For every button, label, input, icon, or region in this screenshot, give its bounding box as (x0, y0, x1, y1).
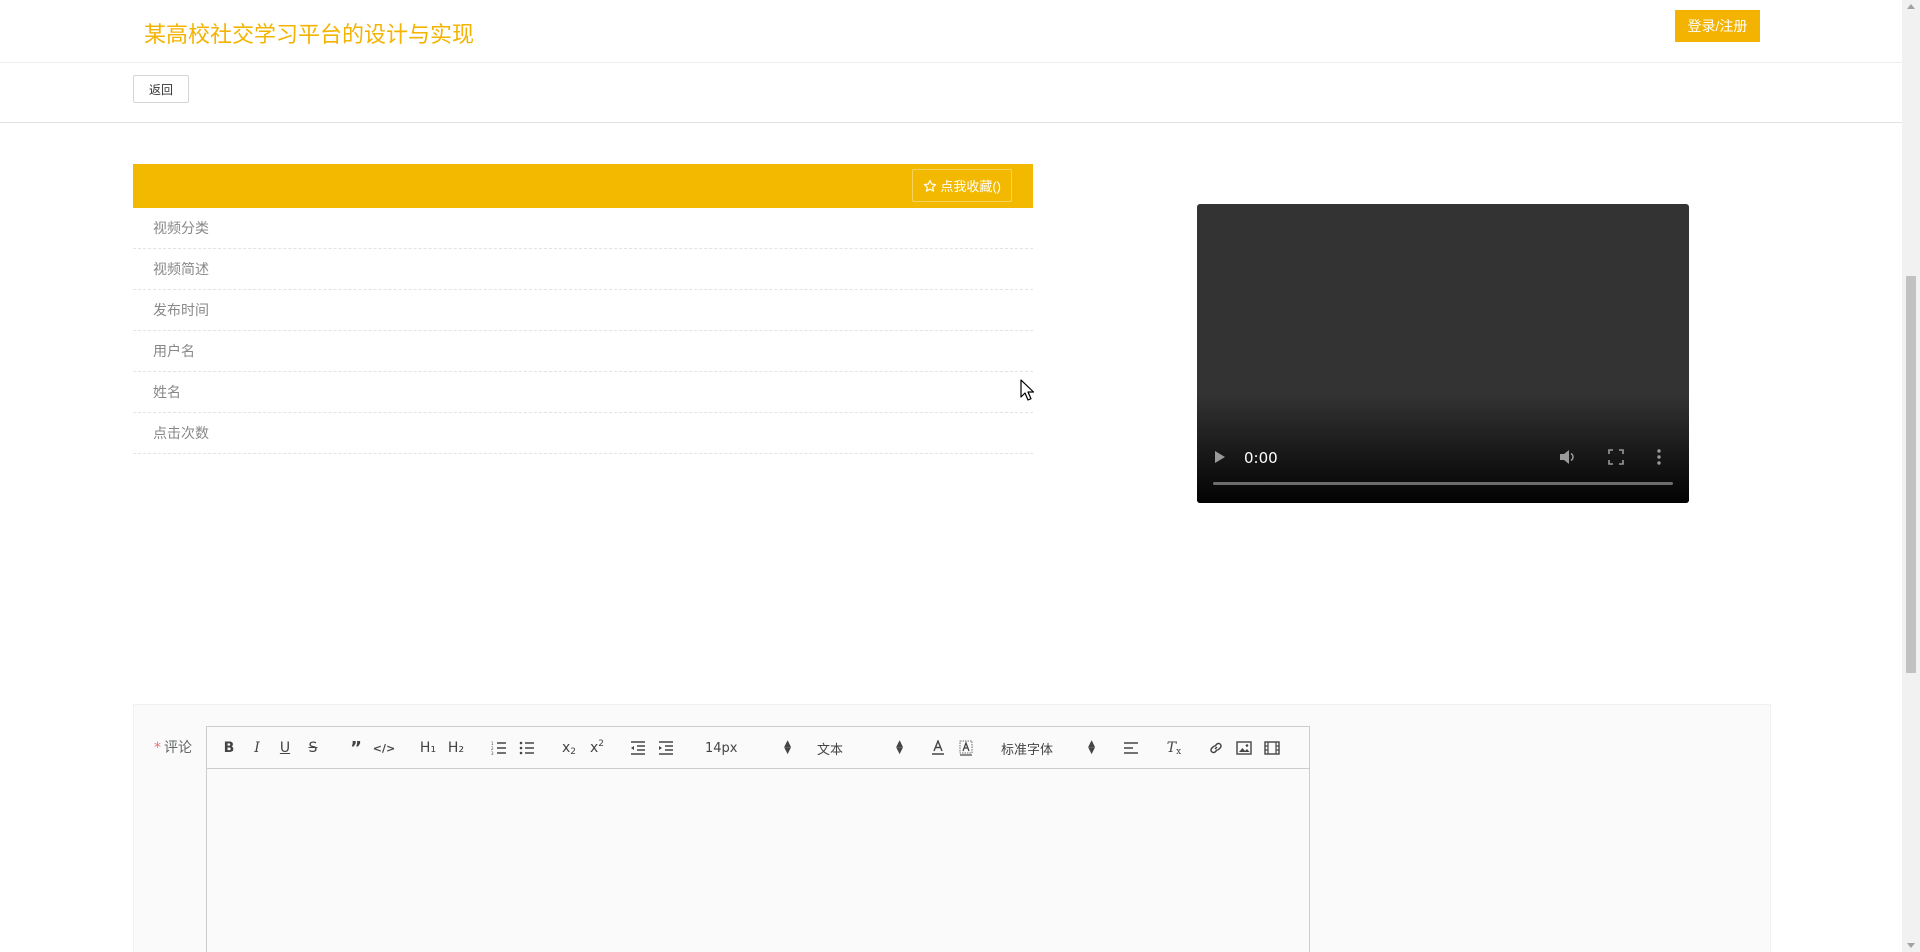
clear-format-icon[interactable]: Tx (1165, 738, 1183, 758)
heading-2-icon[interactable]: H₂ (445, 738, 467, 758)
bullet-list-icon[interactable] (518, 738, 536, 758)
scrollbar-thumb[interactable] (1906, 276, 1916, 673)
editor-content-area[interactable] (207, 769, 1309, 952)
info-label: 视频分类 (153, 221, 209, 237)
blockquote-icon[interactable]: ” (347, 738, 365, 759)
info-label: 发布时间 (153, 303, 209, 319)
rich-text-editor: B I U S ” </> H₁ H₂ 123 x2 x2 14px ▲ ▼ 文… (206, 726, 1310, 952)
scroll-down-icon[interactable] (1907, 943, 1915, 948)
star-icon (923, 179, 937, 193)
video-time: 0:00 (1244, 449, 1278, 467)
site-title: 某高校社交学习平台的设计与实现 (144, 23, 475, 48)
info-row-summary: 视频简述 (133, 249, 1033, 290)
play-icon[interactable] (1215, 451, 1225, 463)
comment-label: * 评论 (154, 737, 192, 757)
editor-toolbar: B I U S ” </> H₁ H₂ 123 x2 x2 14px ▲ ▼ 文… (207, 727, 1309, 769)
bold-icon[interactable]: B (221, 738, 237, 758)
video-insert-icon[interactable] (1263, 738, 1281, 758)
background-color-icon[interactable] (957, 738, 975, 758)
select-arrows-icon: ▲ ▼ (784, 739, 791, 756)
info-row-name: 姓名 (133, 372, 1033, 413)
info-row-username: 用户名 (133, 331, 1033, 372)
comment-label-text: 评论 (164, 740, 192, 756)
info-label: 姓名 (153, 385, 181, 401)
ordered-list-icon[interactable]: 123 (490, 738, 508, 758)
italic-icon[interactable]: I (249, 738, 265, 758)
image-icon[interactable] (1235, 738, 1253, 758)
font-color-icon[interactable] (929, 738, 947, 758)
back-button[interactable]: 返回 (133, 75, 189, 103)
favorite-label: 点我收藏() (940, 179, 1001, 194)
info-label: 用户名 (153, 344, 195, 360)
video-detail-panel: 点我收藏() 视频分类 视频简述 发布时间 用户名 姓名 点击次数 (133, 164, 1033, 454)
video-controls: 0:00 (1197, 433, 1689, 503)
font-size-select[interactable]: 14px ▲ ▼ (705, 738, 791, 758)
superscript-icon[interactable]: x2 (587, 738, 607, 758)
more-options-icon[interactable] (1656, 448, 1662, 466)
info-label: 视频简述 (153, 262, 209, 278)
block-type-value: 文本 (817, 742, 844, 758)
info-row-click-count: 点击次数 (133, 413, 1033, 454)
select-arrows-icon: ▲ ▼ (896, 739, 903, 756)
indent-icon[interactable] (657, 738, 675, 758)
volume-icon[interactable] (1559, 449, 1577, 465)
back-bar: 返回 (0, 63, 1902, 123)
page: 某高校社交学习平台的设计与实现 登录/注册 返回 点我收藏() 视频分类 视频简… (0, 0, 1920, 952)
fullscreen-icon[interactable] (1608, 449, 1624, 465)
font-family-value: 标准字体 (1001, 742, 1054, 758)
outdent-icon[interactable] (629, 738, 647, 758)
login-register-button[interactable]: 登录/注册 (1675, 10, 1760, 42)
block-type-select[interactable]: 文本 ▲ ▼ (817, 738, 903, 758)
video-progress-bar[interactable] (1213, 482, 1673, 485)
info-row-publish-time: 发布时间 (133, 290, 1033, 331)
font-size-value: 14px (705, 740, 738, 756)
select-arrows-icon: ▲ ▼ (1088, 739, 1095, 756)
align-left-icon[interactable] (1122, 738, 1140, 758)
code-block-icon[interactable]: </> (373, 738, 395, 758)
video-player[interactable]: 0:00 (1197, 204, 1689, 503)
required-mark: * (154, 740, 161, 756)
link-icon[interactable] (1207, 738, 1225, 758)
top-header: 某高校社交学习平台的设计与实现 登录/注册 (0, 0, 1902, 63)
info-row-category: 视频分类 (133, 208, 1033, 249)
subscript-icon[interactable]: x2 (559, 738, 579, 758)
svg-text:3: 3 (491, 751, 494, 755)
underline-icon[interactable]: U (277, 738, 293, 758)
detail-header-bar: 点我收藏() (133, 164, 1033, 208)
comment-form: * 评论 B I U S ” </> H₁ H₂ 123 x2 x2 14px … (133, 704, 1771, 952)
scroll-up-icon[interactable] (1907, 4, 1915, 9)
page-scrollbar[interactable] (1902, 0, 1920, 952)
heading-1-icon[interactable]: H₁ (417, 738, 439, 758)
font-family-select[interactable]: 标准字体 ▲ ▼ (1001, 738, 1095, 758)
info-label: 点击次数 (153, 426, 209, 442)
strikethrough-icon[interactable]: S (305, 738, 321, 758)
mouse-cursor-icon (1020, 379, 1035, 405)
favorite-button[interactable]: 点我收藏() (912, 169, 1012, 202)
